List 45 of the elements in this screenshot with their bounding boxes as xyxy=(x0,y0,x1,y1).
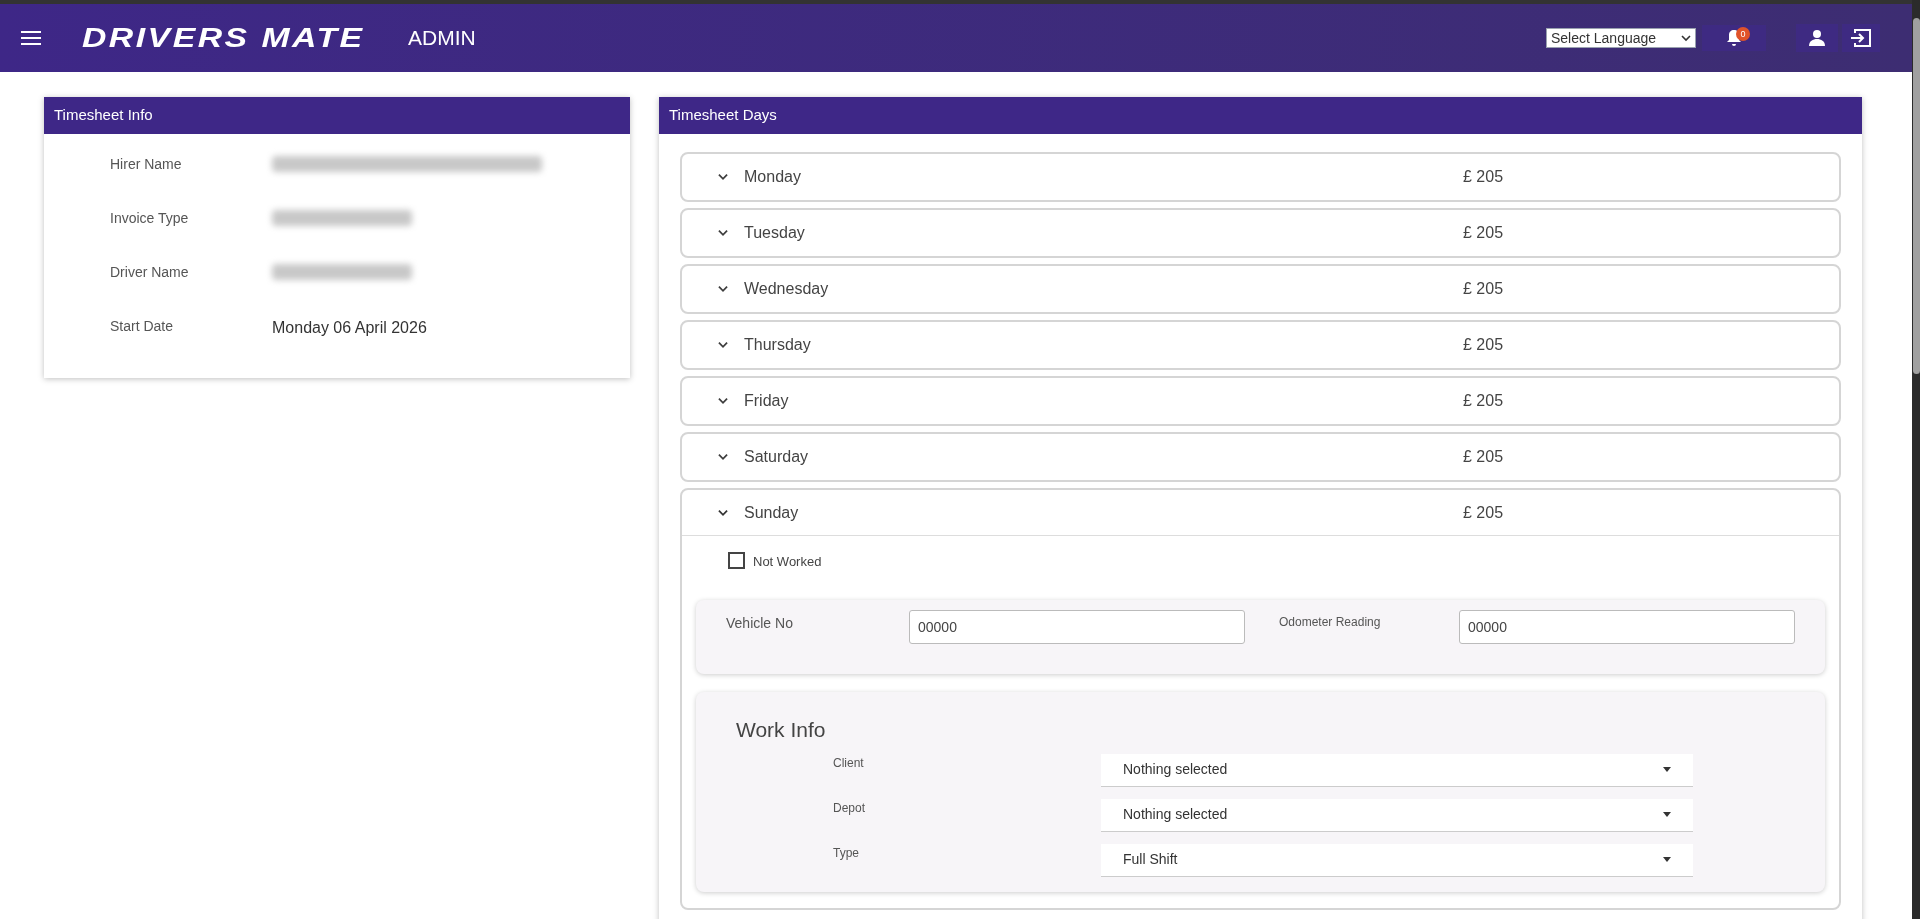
select-field[interactable]: Nothing selected xyxy=(1101,798,1693,832)
day-header[interactable]: Sunday £ 205 xyxy=(682,490,1839,536)
field-label: Start Date xyxy=(110,317,175,336)
card-title: Timesheet Info xyxy=(54,105,153,126)
day-header[interactable]: Friday £ 205 xyxy=(682,378,1839,424)
day-name: Monday xyxy=(744,167,802,187)
day-name: Tuesday xyxy=(744,223,806,243)
day-amount: £ 205 xyxy=(1463,279,1504,299)
input-field[interactable]: 00000 xyxy=(1459,610,1795,644)
day-name: Saturday xyxy=(744,447,810,467)
day-amount: £ 205 xyxy=(1463,391,1504,411)
day-amount: £ 205 xyxy=(1463,502,1504,523)
card-title: Timesheet Days xyxy=(669,105,777,126)
field-label: Vehicle No xyxy=(726,614,794,633)
field-value: Monday 06 April 2026 xyxy=(272,318,427,338)
day-header[interactable]: Wednesday £ 205 xyxy=(682,266,1839,312)
field-label: Depot xyxy=(833,799,867,817)
day-name: Thursday xyxy=(744,335,812,355)
field-label: Type xyxy=(833,844,860,862)
day-header[interactable]: Saturday £ 205 xyxy=(682,434,1839,480)
select-field[interactable]: Full Shift xyxy=(1101,843,1693,877)
field-label: Invoice Type xyxy=(110,209,190,228)
field-label: Hirer Name xyxy=(110,155,183,174)
logo: DRIVERS MATE xyxy=(82,21,365,55)
day-amount: £ 205 xyxy=(1463,447,1504,467)
day-amount: £ 205 xyxy=(1463,223,1504,243)
notifications-button[interactable]: 0 xyxy=(1702,25,1766,51)
day-name: Friday xyxy=(744,391,790,411)
field-label: Odometer Reading xyxy=(1279,614,1382,631)
input-field[interactable]: 00000 xyxy=(909,610,1245,644)
language-select[interactable]: Select Language xyxy=(1546,28,1696,48)
section-title: Work Info xyxy=(736,717,827,743)
day-amount: £ 205 xyxy=(1463,335,1504,355)
day-name: Wednesday xyxy=(744,279,830,299)
day-header[interactable]: Thursday £ 205 xyxy=(682,322,1839,368)
admin-title: ADMIN xyxy=(408,25,476,52)
select-field[interactable]: Nothing selected xyxy=(1101,753,1693,787)
field-label: Driver Name xyxy=(110,263,190,282)
day-header[interactable]: Monday £ 205 xyxy=(682,154,1839,200)
day-amount: £ 205 xyxy=(1463,167,1504,187)
day-name: Sunday xyxy=(744,502,800,523)
day-header[interactable]: Tuesday £ 205 xyxy=(682,210,1839,256)
checkbox-label: Not Worked xyxy=(753,553,822,571)
field-label: Client xyxy=(833,754,865,772)
notification-badge: 0 xyxy=(1736,27,1750,41)
